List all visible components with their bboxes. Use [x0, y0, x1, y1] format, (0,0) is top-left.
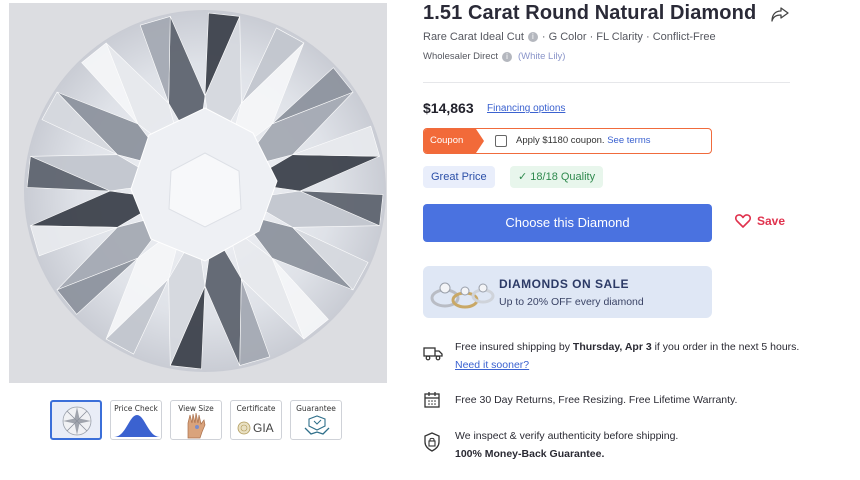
seller-label: Wholesaler Direct: [423, 51, 498, 62]
thumbnail-price-check[interactable]: Price Check: [110, 400, 162, 440]
calendar-icon: [424, 392, 440, 408]
quality-badge: ✓ 18/18 Quality: [510, 166, 604, 188]
handshake-icon: [304, 415, 330, 435]
info-icon[interactable]: i: [501, 51, 512, 62]
coupon-text: Apply $1180 coupon. See terms: [516, 135, 651, 146]
thumbnail-diamond[interactable]: [50, 400, 102, 440]
coupon-label: Apply $1180 coupon.: [516, 135, 605, 146]
returns-text: Free 30 Day Returns, Free Resizing. Free…: [455, 394, 738, 406]
divider: [423, 82, 790, 83]
diamond-illustration: [24, 10, 386, 372]
thumbnail-view-size[interactable]: View Size: [170, 400, 222, 440]
thumbnail-certificate[interactable]: Certificate GIA: [230, 400, 282, 440]
bell-curve-icon: [114, 415, 160, 437]
verification-line: We inspect & verify authenticity before …: [455, 430, 679, 442]
check-icon: ✓: [518, 171, 528, 183]
attributes-text: · G Color · FL Clarity · Conflict-Free: [541, 31, 716, 43]
info-icon[interactable]: i: [527, 32, 538, 42]
seller-name: (White Lily): [517, 51, 566, 62]
heart-icon: [735, 214, 751, 228]
diamonds-on-sale-banner[interactable]: DIAMONDS ON SALE Up to 20% OFF every dia…: [423, 266, 712, 318]
shipping-text-end: if you order in the next 5 hours.: [651, 341, 800, 353]
financing-link[interactable]: Financing options: [487, 103, 565, 114]
rings-icon: [430, 282, 495, 309]
save-button[interactable]: Save: [735, 214, 785, 228]
hand-icon: [187, 412, 206, 439]
verification-text: We inspect & verify authenticity before …: [455, 427, 815, 463]
sale-title: DIAMONDS ON SALE: [499, 277, 630, 291]
money-back-guarantee: 100% Money-Back Guarantee.: [455, 448, 605, 460]
shipping-text-start: Free insured shipping by: [455, 341, 573, 353]
great-price-badge: Great Price: [423, 166, 495, 188]
diamond-icon: [62, 406, 92, 436]
shield-icon: [424, 432, 440, 452]
cut-label: Rare Carat Ideal Cut: [423, 31, 524, 43]
truck-icon: [423, 347, 443, 361]
thumbnail-strip: Price Check View Size Certificate GIA Gu…: [50, 400, 342, 440]
certificate-lab: GIA: [253, 421, 274, 435]
coupon-tag: Coupon: [424, 129, 484, 153]
quality-text: 18/18 Quality: [530, 171, 596, 183]
choose-diamond-button[interactable]: Choose this Diamond: [423, 204, 712, 242]
product-attributes: Rare Carat Ideal Cut i · G Color · FL Cl…: [423, 31, 716, 43]
see-terms-link[interactable]: See terms: [607, 135, 650, 146]
verification-feature: We inspect & verify authenticity before …: [423, 427, 823, 463]
save-label: Save: [757, 214, 786, 228]
coupon-checkbox[interactable]: [495, 135, 507, 147]
seller-info: Wholesaler Direct i (White Lily): [423, 51, 565, 62]
shipping-feature: Free insured shipping by Thursday, Apr 3…: [423, 338, 823, 378]
returns-feature: Free 30 Day Returns, Free Resizing. Free…: [423, 391, 823, 411]
coupon-box: Coupon Apply $1180 coupon. See terms: [423, 128, 712, 154]
product-title: 1.51 Carat Round Natural Diamond: [423, 2, 757, 24]
price: $14,863: [423, 100, 474, 116]
need-it-sooner-link[interactable]: Need it sooner?: [455, 359, 529, 371]
shipping-text: Free insured shipping by Thursday, Apr 3…: [455, 338, 815, 374]
share-icon[interactable]: [770, 5, 790, 23]
sale-subtitle: Up to 20% OFF every diamond: [499, 296, 644, 308]
shipping-date: Thursday, Apr 3: [572, 341, 652, 353]
diamond-image[interactable]: [9, 3, 387, 383]
thumbnail-guarantee[interactable]: Guarantee: [290, 400, 342, 440]
